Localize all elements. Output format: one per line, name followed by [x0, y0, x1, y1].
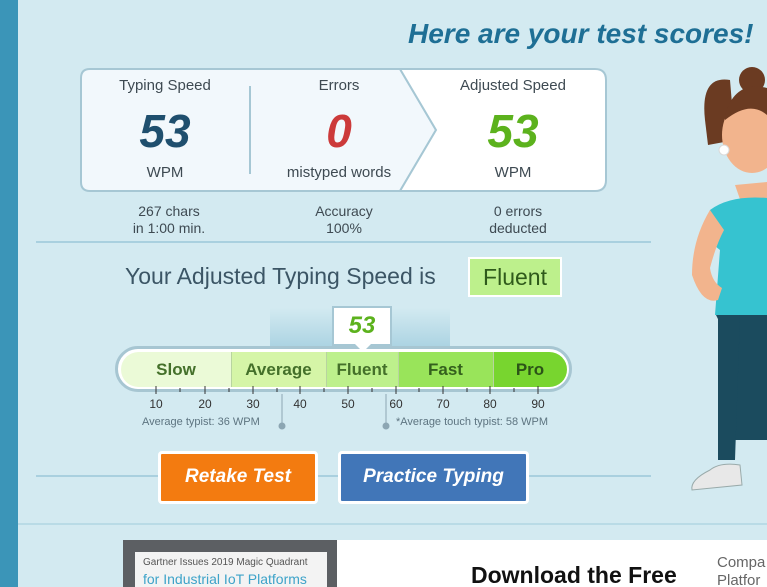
average-touch-typist-note: *Average touch typist: 58 WPM	[396, 416, 549, 428]
adjusted-speed-label: Adjusted Speed	[460, 77, 566, 94]
errors-value: 0	[326, 105, 352, 157]
segment-divider	[493, 352, 494, 387]
chars-count: 267 chars	[138, 203, 200, 219]
ad-image-text-line1: Gartner Issues 2019 Magic Quadrant	[143, 557, 308, 568]
typist-girl-illustration	[691, 67, 767, 491]
segment-divider	[326, 352, 327, 387]
ad-side-line1: Compa	[717, 554, 766, 571]
ad-side-text: Compa Platfor	[717, 554, 765, 587]
page-title: Here are your test scores!	[408, 18, 754, 49]
typing-speed-value: 53	[139, 105, 191, 157]
speed-scale-bar: Slow Average Fluent Fast Pro	[115, 346, 572, 392]
divider	[36, 241, 651, 243]
accuracy-value: 100%	[326, 220, 362, 236]
tick-label: 50	[341, 397, 355, 411]
tick-label: 40	[293, 397, 307, 411]
adjusted-speed-value: 53	[487, 105, 539, 157]
average-typist-note: Average typist: 36 WPM	[142, 416, 260, 428]
errors-deducted-line2: deducted	[489, 220, 547, 236]
scale-segment-pro: Pro	[493, 352, 567, 387]
tick-label: 60	[389, 397, 403, 411]
chars-detail: 267 chars in 1:00 min.	[84, 203, 254, 237]
segment-divider	[398, 352, 399, 387]
tick-label: 10	[149, 397, 163, 411]
practice-typing-button[interactable]: Practice Typing	[338, 451, 529, 504]
segment-divider	[231, 352, 232, 387]
divider	[18, 523, 767, 525]
scale-segment-average: Average	[231, 352, 326, 387]
typing-speed-label: Typing Speed	[119, 77, 211, 94]
ad-image-text-line2: for Industrial IoT Platforms	[143, 571, 307, 587]
current-wpm-pointer	[355, 344, 371, 352]
retake-test-button[interactable]: Retake Test	[158, 451, 318, 504]
tick-label: 70	[436, 397, 450, 411]
ad-side-line2: Platfor	[717, 572, 761, 587]
ad-headline[interactable]: Download the Free	[471, 562, 677, 587]
adjusted-speed-unit: WPM	[494, 164, 532, 181]
accuracy-label: Accuracy	[315, 203, 373, 219]
ad-image[interactable]: Gartner Issues 2019 Magic Quadrant for I…	[123, 540, 337, 587]
scale-segment-slow: Slow	[121, 352, 231, 387]
tick-label: 20	[198, 397, 212, 411]
errors-deducted-line1: 0 errors	[493, 203, 543, 219]
ad-arrow-icon: →	[379, 582, 393, 587]
speed-level-badge: Fluent	[468, 257, 562, 297]
advertisement-banner[interactable]: Gartner Issues 2019 Magic Quadrant for I…	[123, 540, 767, 587]
accuracy-detail: Accuracy 100%	[259, 203, 429, 237]
typing-speed-unit: WPM	[146, 164, 184, 181]
errors-label: Errors	[318, 77, 360, 94]
tick-label: 30	[246, 397, 260, 411]
scale-segment-fluent: Fluent	[326, 352, 398, 387]
score-card: Typing Speed 53 WPM Errors 0 mistyped wo…	[80, 68, 607, 192]
adjusted-speed-statement: Your Adjusted Typing Speed is	[125, 263, 436, 289]
errors-unit: mistyped words	[286, 164, 392, 181]
ad-image-panel: Gartner Issues 2019 Magic Quadrant for I…	[135, 552, 327, 587]
tick-label: 80	[483, 397, 497, 411]
tick-label: 90	[531, 397, 545, 411]
left-sidebar-strip	[0, 0, 18, 587]
current-wpm-marker: 53	[332, 306, 392, 346]
test-duration: in 1:00 min.	[132, 220, 206, 236]
scale-segment-fast: Fast	[398, 352, 493, 387]
deduction-detail: 0 errors deducted	[433, 203, 603, 237]
